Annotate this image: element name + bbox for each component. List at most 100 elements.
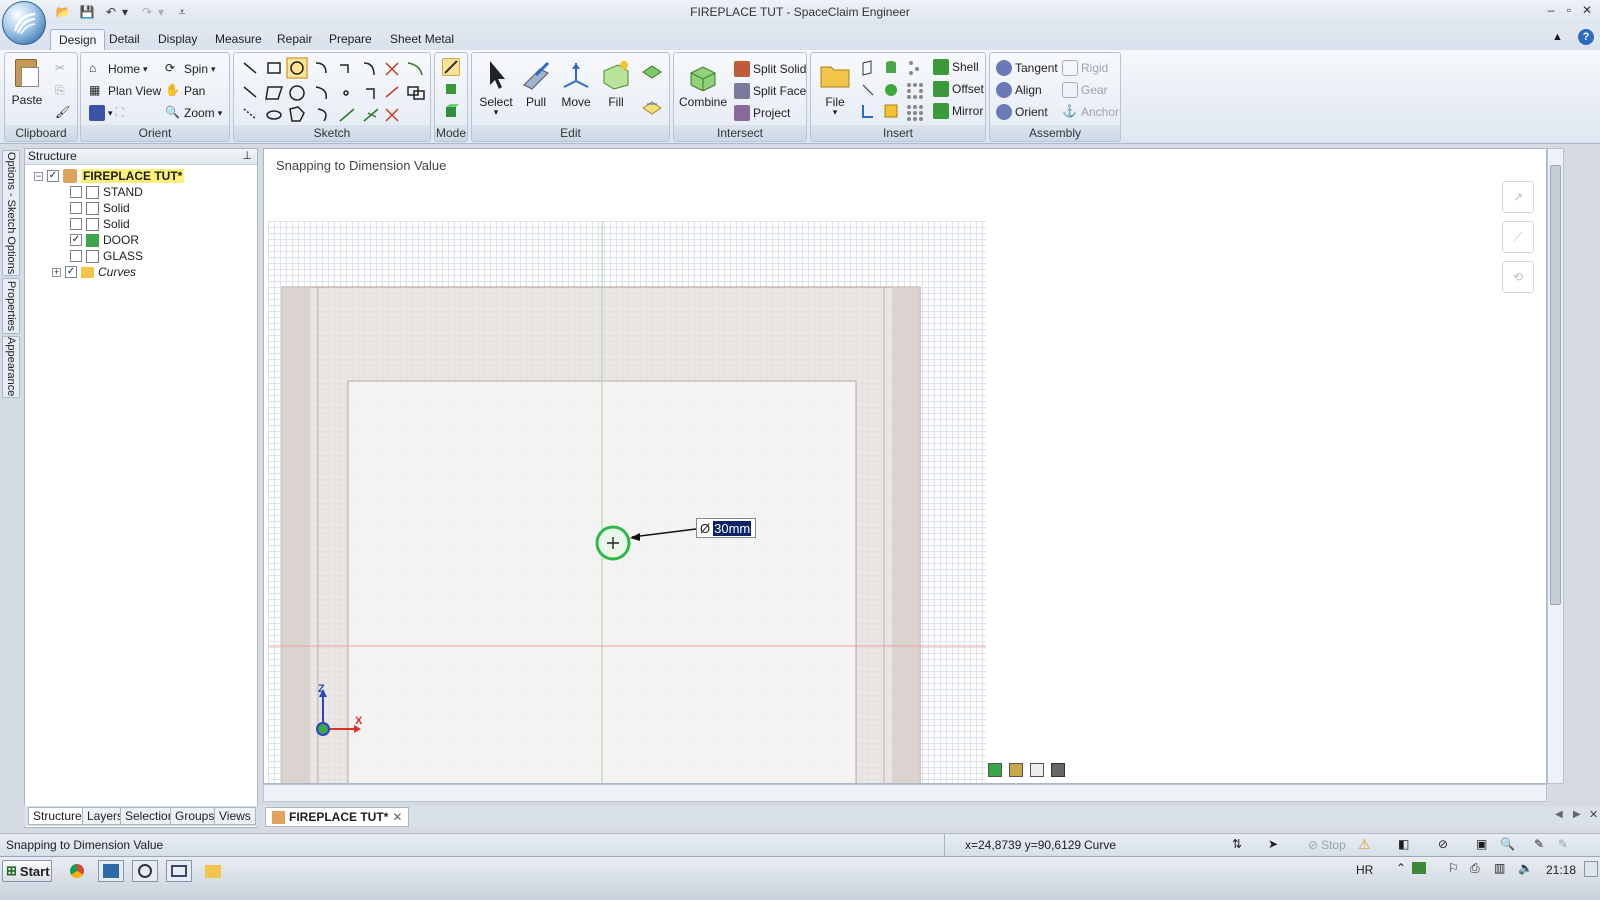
stop-button[interactable]: ⊘ Stop — [1308, 838, 1346, 852]
tab-detail[interactable]: Detail — [101, 29, 148, 50]
tab-prepare[interactable]: Prepare — [321, 29, 380, 50]
measure-status-icon[interactable]: ✎ — [1558, 837, 1568, 851]
split-solid-button[interactable]: Split Solid — [734, 61, 806, 77]
pull-button[interactable]: Pull — [518, 59, 554, 109]
tab-views[interactable]: Views — [214, 807, 256, 825]
flag-icon[interactable]: ⚐ — [1448, 861, 1459, 875]
tree-item-door[interactable]: ✓ DOOR — [70, 232, 139, 248]
tab-display[interactable]: Display — [150, 29, 205, 50]
move-grid-icon[interactable]: ⟋ — [1502, 221, 1534, 253]
app-taskbar-icon[interactable] — [132, 860, 158, 882]
blend-icon[interactable] — [640, 61, 664, 83]
tab-measure[interactable]: Measure — [207, 29, 270, 50]
move-button[interactable]: Move — [558, 59, 594, 109]
align-button[interactable]: Align — [996, 82, 1042, 98]
tree-item-curves[interactable]: + ✓ Curves — [52, 264, 136, 280]
clock[interactable]: 21:18 — [1546, 863, 1576, 877]
application-menu-button[interactable] — [2, 1, 46, 45]
orient-button[interactable]: Orient — [996, 104, 1048, 120]
vertical-scroll-thumb[interactable] — [1550, 165, 1561, 605]
tab-appearance[interactable]: Appearance — [2, 336, 20, 398]
diameter-dimension-box[interactable]: Ø 30mm — [696, 518, 756, 538]
explorer-icon[interactable] — [200, 860, 226, 882]
warning-icon[interactable]: ⚠ — [1358, 836, 1371, 853]
section-mode-mini-icon[interactable] — [1030, 763, 1044, 777]
tab-sheet-metal[interactable]: Sheet Metal — [382, 29, 462, 50]
close-document-icon[interactable]: ✕ — [1589, 808, 1598, 821]
format-painter-icon[interactable]: 🖌 — [55, 105, 70, 119]
spin-button[interactable]: ⟳ Spin ▾ — [165, 61, 216, 77]
tab-scroll-right-icon[interactable]: ▶ — [1573, 809, 1581, 820]
tray-up-icon[interactable]: ⌃ — [1396, 861, 1406, 875]
printer-icon[interactable]: ⎙ — [1470, 861, 1480, 876]
plan-view-button[interactable]: ▦ Plan View — [89, 83, 161, 99]
home-button[interactable]: ⌂ Home ▾ — [89, 61, 148, 77]
document-tab[interactable]: FIREPLACE TUT* ✕ — [265, 807, 410, 827]
tab-repair[interactable]: Repair — [269, 29, 320, 50]
cut-icon[interactable]: ✂ — [55, 61, 65, 75]
tree-item-stand[interactable]: STAND — [70, 184, 143, 200]
horizontal-scrollbar[interactable] — [263, 784, 1547, 802]
visibility-checkbox[interactable]: ✓ — [47, 170, 59, 182]
help-icon[interactable]: ? — [1578, 29, 1594, 45]
select-button[interactable]: Select ▾ — [478, 59, 514, 118]
tweak-face-icon[interactable] — [640, 95, 664, 117]
tab-structure[interactable]: Structure — [28, 807, 87, 825]
cursor-select-icon[interactable]: ➤ — [1268, 837, 1278, 851]
zoom-button[interactable]: 🔍 Zoom ▾ — [165, 105, 222, 121]
spaceclaim-taskbar-icon[interactable] — [98, 860, 124, 882]
start-button[interactable]: ⊞ Start — [2, 860, 52, 882]
sketch-status-icon[interactable]: ✎ — [1534, 837, 1544, 851]
gear-button[interactable]: Gear — [1062, 82, 1108, 98]
tree-item-glass[interactable]: GLASS — [70, 248, 143, 264]
language-indicator[interactable]: HR — [1356, 863, 1373, 877]
view-options-mini-icon[interactable] — [1051, 763, 1065, 777]
tab-groups[interactable]: Groups — [170, 807, 220, 825]
offset-button[interactable]: Offset — [933, 81, 984, 97]
mirror-button[interactable]: Mirror — [933, 103, 983, 119]
section-mode-icon[interactable] — [442, 80, 460, 98]
shell-button[interactable]: Shell — [933, 59, 979, 75]
collapse-icon[interactable]: − — [34, 171, 43, 181]
collapse-ribbon-icon[interactable]: ▲ — [1552, 31, 1563, 43]
pin-icon[interactable]: ⊥ — [242, 149, 252, 164]
pan-button[interactable]: ✋ Pan — [165, 83, 205, 99]
design-viewport[interactable]: Snapping to Dimension Value Ø 30mm X Z ↗… — [263, 148, 1547, 784]
return-3d-icon[interactable] — [988, 763, 1002, 777]
diameter-input[interactable]: 30mm — [713, 520, 752, 536]
volume-icon[interactable]: 🔈 — [1518, 861, 1533, 875]
tree-item-root[interactable]: − ✓ FIREPLACE TUT* — [34, 168, 185, 184]
fill-button[interactable]: Fill — [598, 59, 634, 109]
tree-item-solid-2[interactable]: Solid — [70, 216, 130, 232]
show-desktop-button[interactable] — [1584, 861, 1598, 877]
view-options-icon[interactable]: ◧ — [1398, 837, 1409, 851]
tab-properties[interactable]: Properties — [2, 278, 20, 334]
insert-file-button[interactable]: File ▾ — [815, 59, 855, 118]
select-new-sketch-plane-icon[interactable]: ↗ — [1502, 181, 1534, 213]
visibility-checkbox[interactable] — [70, 202, 82, 214]
tab-design[interactable]: Design — [50, 29, 106, 50]
close-button[interactable]: ✕ — [1576, 1, 1598, 19]
visibility-checkbox[interactable] — [70, 218, 82, 230]
tab-scroll-left-icon[interactable]: ◀ — [1555, 809, 1563, 820]
network-icon[interactable]: ▥ — [1494, 861, 1505, 875]
close-tab-icon[interactable]: ✕ — [392, 810, 402, 824]
paste-button[interactable]: Paste — [9, 57, 45, 107]
tab-options-sketch[interactable]: Options - Sketch Options — [2, 150, 20, 276]
rigid-button[interactable]: Rigid — [1062, 60, 1108, 76]
expand-icon[interactable]: + — [52, 267, 61, 277]
visibility-checkbox[interactable] — [70, 250, 82, 262]
anchor-button[interactable]: ⚓ Anchor — [1062, 104, 1119, 120]
window-taskbar-icon[interactable] — [166, 860, 192, 882]
sketch-mode-mini-icon[interactable] — [1009, 763, 1023, 777]
visibility-checkbox[interactable]: ✓ — [70, 234, 82, 246]
3d-mode-icon[interactable] — [442, 102, 460, 120]
render-icon[interactable]: ▣ — [1476, 837, 1487, 851]
selection-filter-icon[interactable]: ⇅ — [1232, 837, 1242, 851]
project-button[interactable]: Project — [734, 105, 790, 121]
visibility-checkbox[interactable] — [70, 186, 82, 198]
plan-view-mini-icon[interactable]: ⟲ — [1502, 261, 1534, 293]
tray-app-icon[interactable] — [1412, 862, 1426, 874]
combine-button[interactable]: Combine — [678, 59, 728, 109]
display-style-icon[interactable]: ⊘ — [1438, 837, 1448, 851]
